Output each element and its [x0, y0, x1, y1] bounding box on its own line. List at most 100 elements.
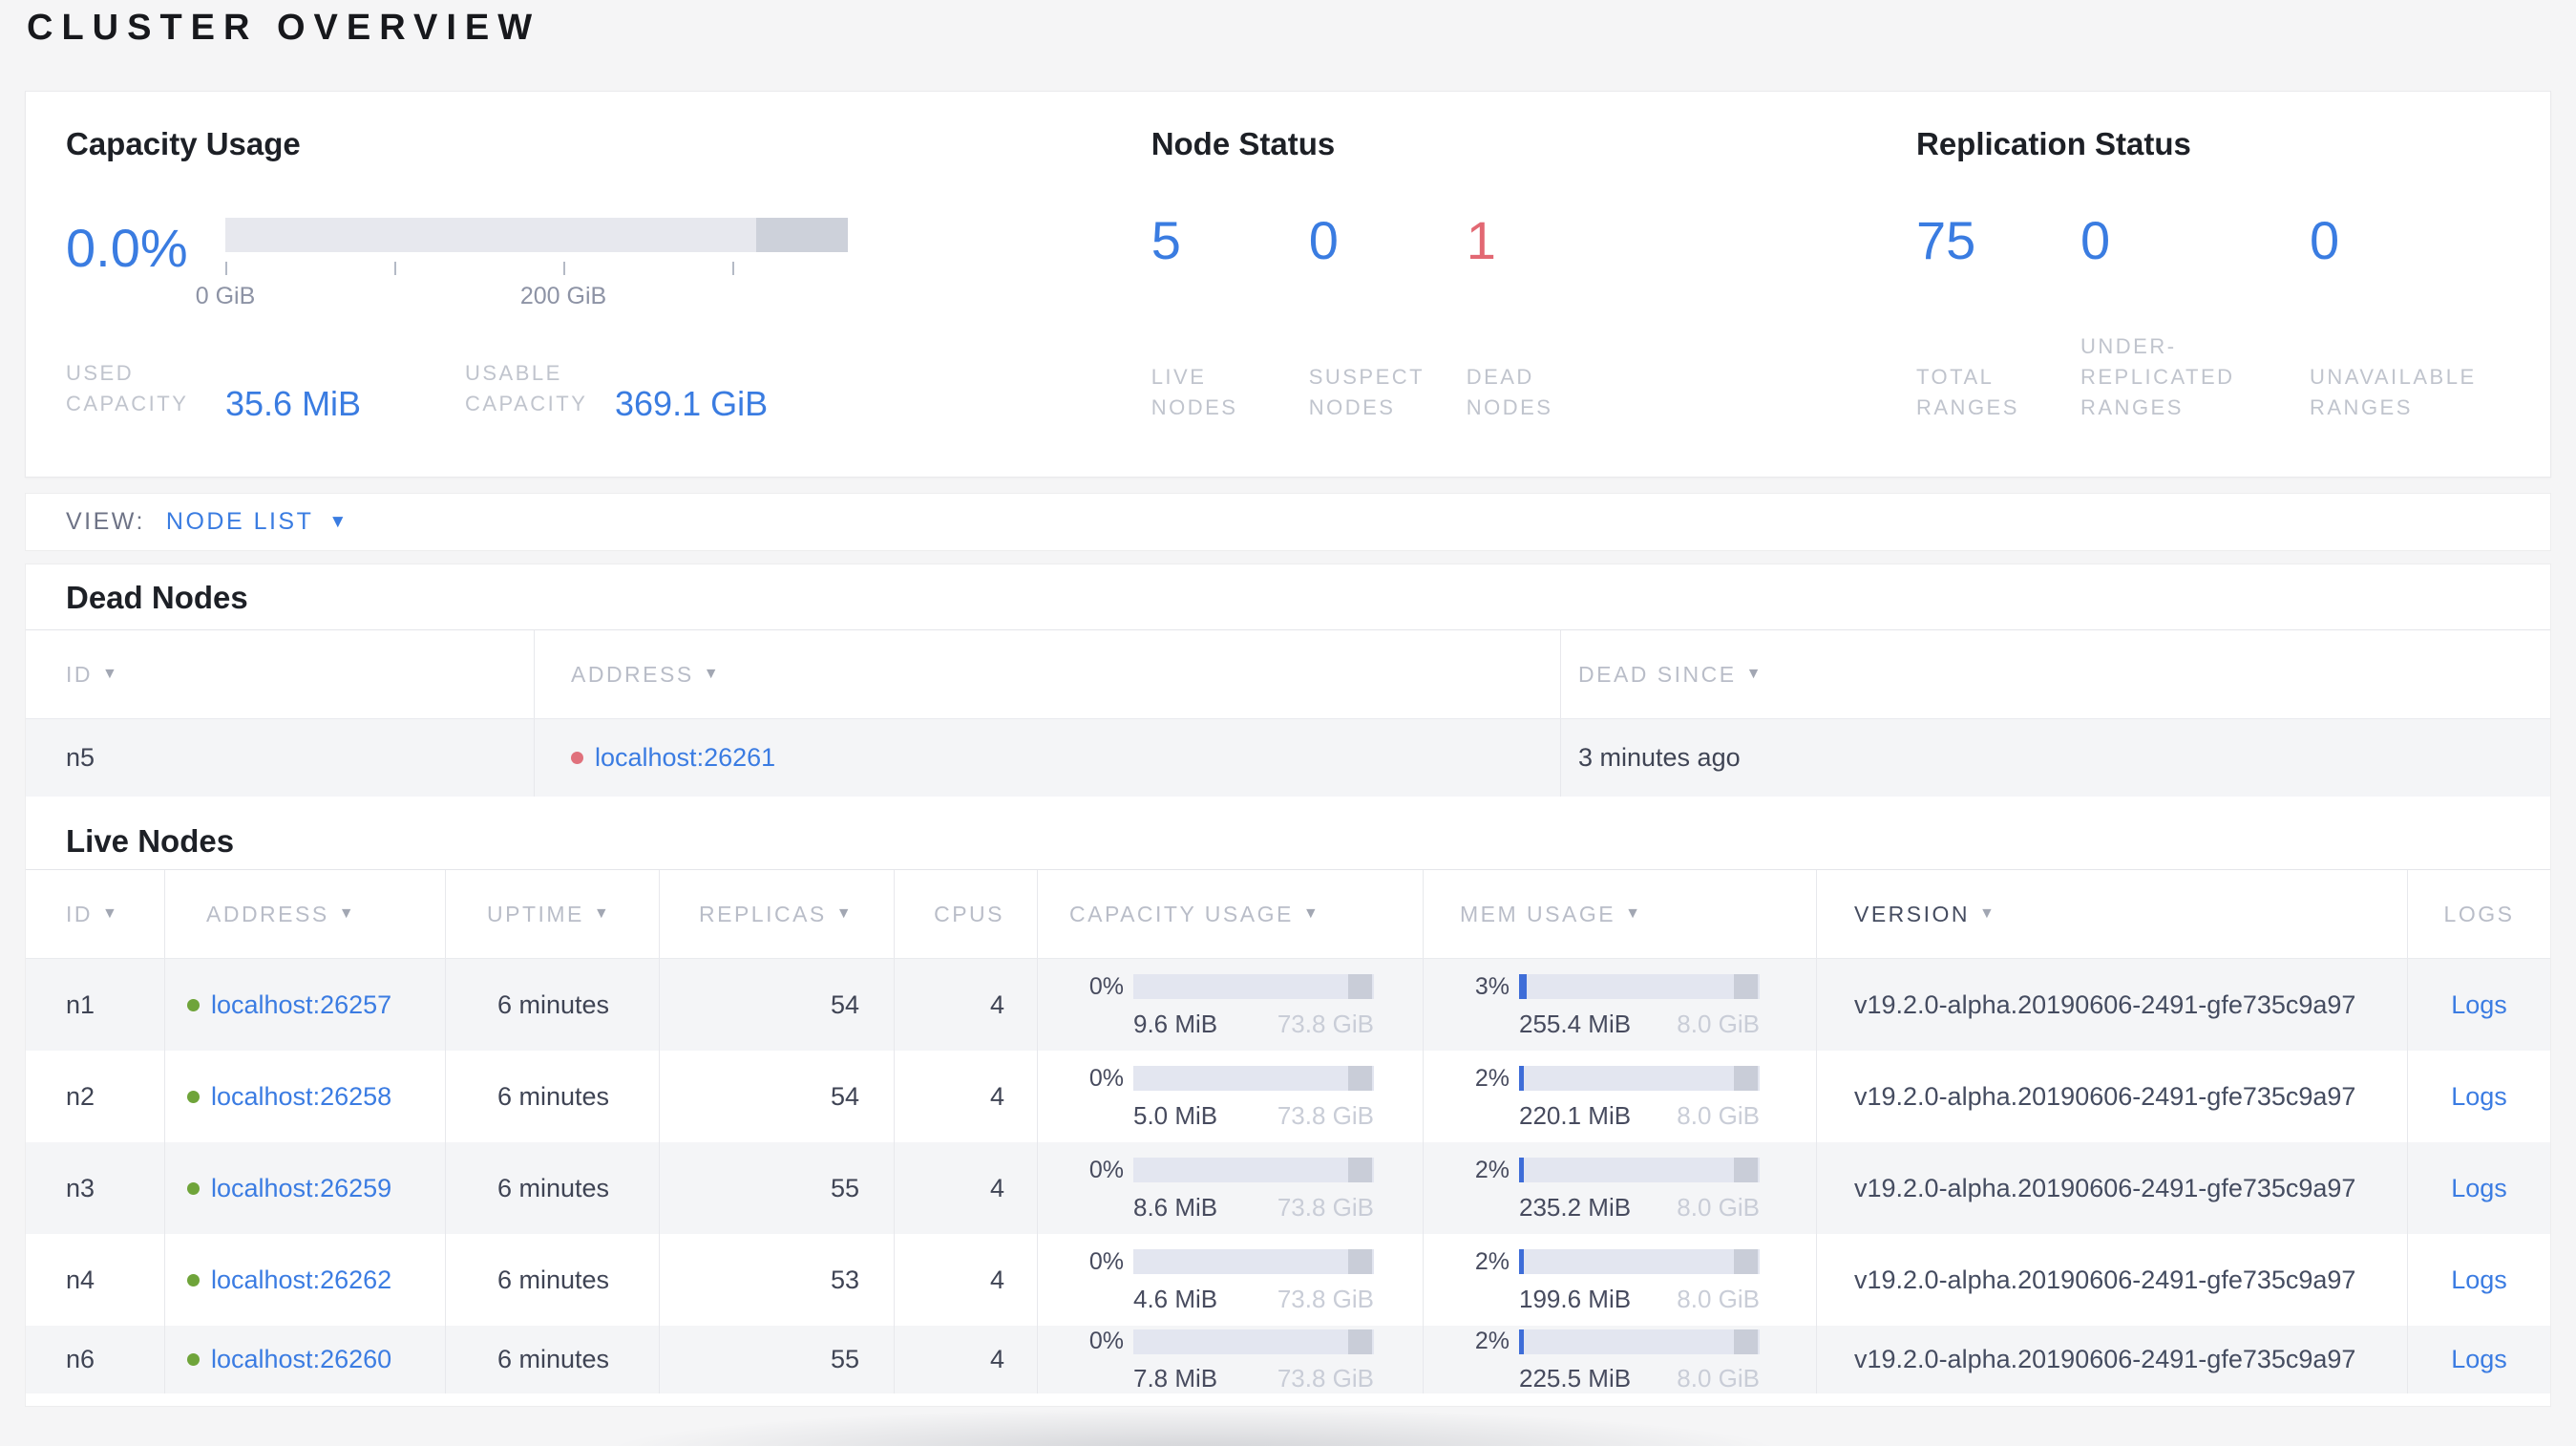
capacity-usage-panel: Capacity Usage 0.0% 0 GiB 200 GiB USED C… — [66, 126, 1144, 423]
mem-percent-label: 3% — [1474, 972, 1510, 1000]
node-live-icon — [187, 1181, 200, 1195]
live-node-row: n3 localhost:26259 6 minutes 55 4 0% 8.6… — [26, 1142, 2550, 1234]
live-nodes-stat: 5 LIVE NODES — [1151, 214, 1309, 423]
mem-used-value: 225.5 MiB — [1519, 1364, 1632, 1393]
version-cell: v19.2.0-alpha.20190606-2491-gfe735c9a97 — [1817, 1142, 2408, 1234]
sort-desc-icon: ▼ — [1745, 666, 1763, 682]
logs-cell: Logs — [2408, 959, 2550, 1051]
logs-link[interactable]: Logs — [2451, 1265, 2507, 1295]
replicas-cell: 55 — [660, 1142, 895, 1234]
view-dropdown[interactable]: NODE LIST ▼ — [166, 508, 349, 536]
node-address-cell: localhost:26258 — [165, 1051, 446, 1142]
column-header-replicas[interactable]: REPLICAS ▼ — [660, 870, 895, 958]
node-id-cell: n1 — [26, 959, 165, 1051]
bottom-shadow — [430, 1407, 1957, 1446]
cpus-cell: 4 — [895, 1234, 1038, 1326]
column-header-dead-since[interactable]: DEAD SINCE ▼ — [1561, 630, 2550, 718]
capacity-percent-label: 0% — [1088, 1064, 1124, 1092]
column-header-version[interactable]: VERSION ▼ — [1817, 870, 2408, 958]
dead-nodes-label: DEAD NODES — [1466, 365, 1553, 420]
node-address-link[interactable]: localhost:26258 — [211, 1082, 391, 1112]
node-address-link[interactable]: localhost:26260 — [211, 1345, 391, 1374]
column-header-address[interactable]: ADDRESS ▼ — [535, 630, 1561, 718]
node-id-cell: n5 — [26, 719, 535, 797]
logs-link[interactable]: Logs — [2451, 1345, 2507, 1374]
mem-used-value: 220.1 MiB — [1519, 1100, 1632, 1130]
replicas-cell: 53 — [660, 1234, 895, 1326]
node-id-cell: n3 — [26, 1142, 165, 1234]
capacity-used-value: 7.8 MiB — [1133, 1364, 1218, 1393]
node-status-title: Node Status — [1151, 126, 1336, 161]
mem-percent-label: 2% — [1474, 1156, 1510, 1183]
capacity-usage-cell: 0% 5.0 MiB 73.8 GiB — [1038, 1051, 1424, 1142]
node-address-link[interactable]: localhost:26262 — [211, 1265, 391, 1295]
logs-cell: Logs — [2408, 1051, 2550, 1142]
capacity-bar-dark-segment — [756, 218, 848, 252]
node-address-link[interactable]: localhost:26257 — [211, 990, 391, 1020]
unavailable-ranges-count: 0 — [2310, 210, 2340, 270]
axis-tick — [731, 262, 734, 275]
node-id-cell: n4 — [26, 1234, 165, 1326]
column-header-uptime[interactable]: UPTIME ▼ — [446, 870, 660, 958]
under-replicated-ranges-stat: 0 UNDER-REPLICATED RANGES — [2080, 214, 2310, 423]
capacity-total-value: 73.8 GiB — [1277, 1364, 1374, 1393]
sort-desc-icon: ▼ — [835, 905, 855, 922]
cluster-overview-card: Capacity Usage 0.0% 0 GiB 200 GiB USED C… — [25, 91, 2551, 478]
mem-used-value: 235.2 MiB — [1519, 1192, 1632, 1222]
capacity-usage-cell: 0% 9.6 MiB 73.8 GiB — [1038, 959, 1424, 1051]
sort-desc-icon: ▼ — [102, 666, 120, 682]
capacity-used-value: 5.0 MiB — [1133, 1100, 1218, 1130]
unavailable-ranges-stat: 0 UNAVAILABLE RANGES — [2310, 214, 2510, 423]
capacity-usage-bar — [1133, 1158, 1374, 1182]
dropdown-caret-icon: ▼ — [328, 511, 349, 532]
mem-used-value: 199.6 MiB — [1519, 1284, 1632, 1313]
node-address-link[interactable]: localhost:26261 — [595, 743, 775, 773]
mem-usage-cell: 2% 235.2 MiB 8.0 GiB — [1424, 1142, 1817, 1234]
capacity-percent-label: 0% — [1088, 1156, 1124, 1183]
column-header-cpus[interactable]: CPUS — [895, 870, 1038, 958]
sort-desc-icon: ▼ — [338, 905, 357, 922]
column-header-capacity-usage[interactable]: CAPACITY USAGE ▼ — [1038, 870, 1424, 958]
mem-used-value: 255.4 MiB — [1519, 1009, 1632, 1038]
column-header-address[interactable]: ADDRESS ▼ — [165, 870, 446, 958]
mem-total-value: 8.0 GiB — [1677, 1009, 1760, 1038]
column-header-mem-usage[interactable]: MEM USAGE ▼ — [1424, 870, 1817, 958]
mem-percent-label: 2% — [1474, 1247, 1510, 1275]
logs-link[interactable]: Logs — [2451, 990, 2507, 1020]
replication-status-title: Replication Status — [1916, 126, 2191, 161]
dead-node-row: n5 localhost:26261 3 minutes ago — [26, 719, 2550, 797]
usable-capacity-stat: USABLE CAPACITY 369.1 GiB — [465, 358, 768, 423]
capacity-used-value: 9.6 MiB — [1133, 1009, 1218, 1038]
dead-nodes-table: ID ▼ ADDRESS ▼ DEAD SINCE ▼ n5 localhost… — [26, 629, 2550, 797]
under-replicated-label: UNDER-REPLICATED RANGES — [2080, 334, 2235, 420]
column-header-id[interactable]: ID ▼ — [26, 630, 535, 718]
capacity-used-value: 8.6 MiB — [1133, 1192, 1218, 1222]
view-label: VIEW: — [66, 508, 145, 535]
live-node-row: n6 localhost:26260 6 minutes 55 4 0% 7.8… — [26, 1326, 2550, 1393]
live-nodes-label: LIVE NODES — [1151, 365, 1238, 420]
suspect-nodes-count: 0 — [1308, 210, 1339, 270]
capacity-bar-chart: 0 GiB 200 GiB — [196, 218, 848, 309]
logs-link[interactable]: Logs — [2451, 1082, 2507, 1112]
dead-since-cell: 3 minutes ago — [1578, 743, 1741, 772]
used-capacity-value: 35.6 MiB — [225, 384, 362, 424]
sort-desc-icon: ▼ — [1979, 905, 1997, 922]
capacity-usage-cell: 0% 4.6 MiB 73.8 GiB — [1038, 1234, 1424, 1326]
mem-percent-label: 2% — [1474, 1328, 1510, 1354]
mem-usage-cell: 2% 199.6 MiB 8.0 GiB — [1424, 1234, 1817, 1326]
column-header-id[interactable]: ID ▼ — [26, 870, 165, 958]
node-address-cell: localhost:26262 — [165, 1234, 446, 1326]
node-status-panel: Node Status 5 LIVE NODES 0 SUSPECT NODES… — [1144, 126, 1914, 423]
logs-link[interactable]: Logs — [2451, 1174, 2507, 1203]
live-node-row: n1 localhost:26257 6 minutes 54 4 0% 9.6… — [26, 959, 2550, 1051]
node-address-cell: localhost:26261 — [535, 719, 1561, 797]
capacity-usage-bar — [1133, 974, 1374, 999]
dead-nodes-table-header: ID ▼ ADDRESS ▼ DEAD SINCE ▼ — [26, 629, 2550, 719]
node-address-link[interactable]: localhost:26259 — [211, 1174, 391, 1203]
suspect-nodes-label: SUSPECT NODES — [1308, 365, 1425, 420]
mem-usage-cell: 2% 225.5 MiB 8.0 GiB — [1424, 1326, 1817, 1393]
replicas-cell: 55 — [660, 1326, 895, 1393]
capacity-usage-cell: 0% 8.6 MiB 73.8 GiB — [1038, 1142, 1424, 1234]
node-live-icon — [187, 998, 200, 1011]
page-title: CLUSTER OVERVIEW — [27, 8, 541, 48]
